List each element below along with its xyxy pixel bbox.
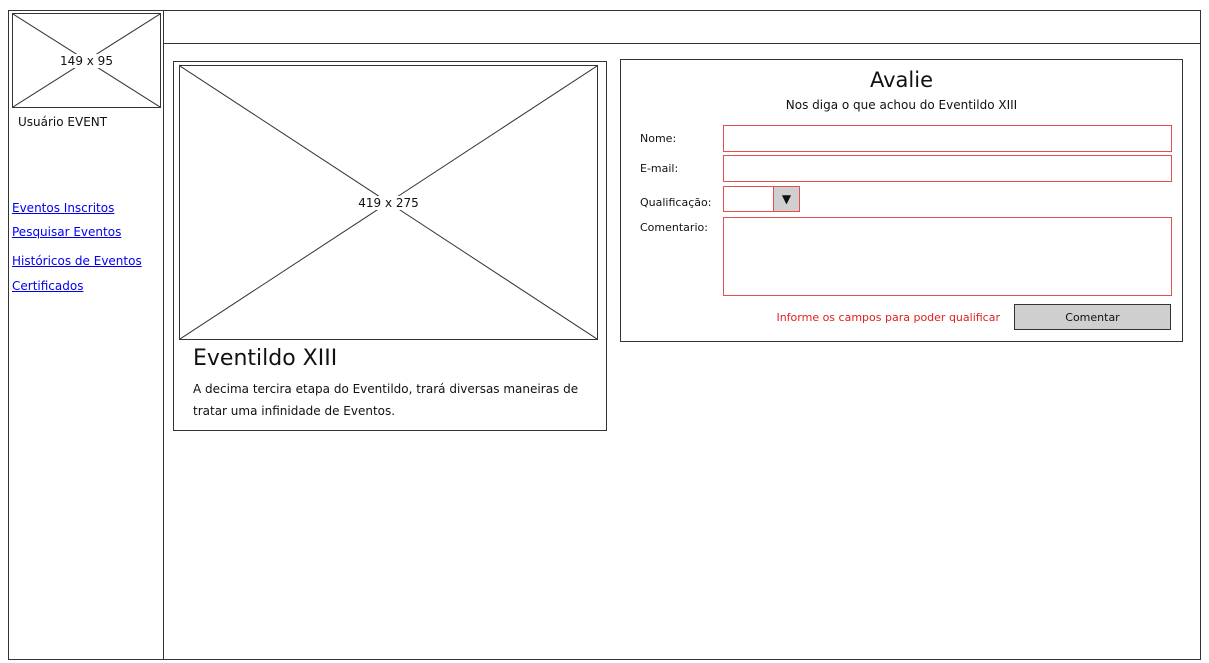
username: Usuário EVENT — [18, 115, 108, 129]
email-label: E-mail: — [640, 162, 679, 175]
rating-select[interactable]: ▼ — [723, 186, 800, 212]
review-title: Avalie — [869, 68, 934, 92]
avatar-placeholder: 149 x 95 — [12, 13, 161, 108]
review-subtitle: Nos diga o que achou do Eventildo XIII — [785, 98, 1018, 112]
event-description: A decima tercira etapa do Eventildo, tra… — [193, 382, 579, 418]
nav-link-eventos-inscritos[interactable]: Eventos Inscritos — [12, 201, 114, 215]
nav-link-historicos-de-eventos[interactable]: Históricos de Eventos — [12, 254, 142, 268]
name-input[interactable] — [723, 125, 1172, 152]
name-label: Nome: — [640, 132, 677, 145]
email-input[interactable] — [723, 155, 1172, 182]
avatar-placeholder-label: 149 x 95 — [58, 53, 115, 68]
nav-link-certificados[interactable]: Certificados — [12, 279, 83, 293]
top-bar — [164, 10, 1201, 44]
event-title: Eventildo XIII — [193, 346, 338, 371]
event-image-placeholder-label: 419 x 275 — [356, 195, 421, 210]
comment-button[interactable]: Comentar — [1014, 304, 1171, 330]
event-image-placeholder: 419 x 275 — [179, 65, 598, 340]
validation-message: Informe os campos para poder qualificar — [776, 311, 1000, 324]
comment-textarea[interactable] — [723, 217, 1172, 296]
nav-link-pesquisar-eventos[interactable]: Pesquisar Eventos — [12, 225, 121, 239]
comment-label: Comentario: — [640, 221, 708, 234]
rating-label: Qualificação: — [640, 196, 712, 209]
dropdown-arrow-icon[interactable]: ▼ — [773, 187, 799, 211]
